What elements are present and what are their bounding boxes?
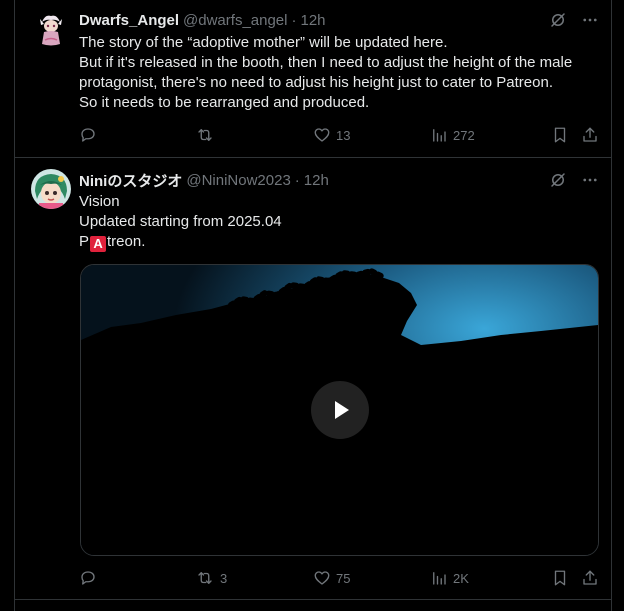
more-icon[interactable] xyxy=(581,11,599,29)
author-name[interactable]: Niniのスタジオ xyxy=(79,170,182,191)
author-handle[interactable]: @NiniNow2023 xyxy=(186,172,290,189)
text-fragment: treon. xyxy=(107,233,146,250)
tweet-text-line: Updated starting from 2025.04 xyxy=(79,213,282,230)
views-button[interactable]: 2K xyxy=(430,569,469,587)
like-button[interactable]: 13 xyxy=(313,126,350,144)
bookmark-icon xyxy=(554,570,566,586)
separator-dot: · xyxy=(294,171,300,189)
views-icon xyxy=(433,129,446,142)
tweet[interactable]: Dwarfs_Angel @dwarfs_angel · 12h The sto… xyxy=(15,0,611,158)
share-button[interactable] xyxy=(581,569,599,587)
views-icon xyxy=(433,572,446,585)
author-name[interactable]: Dwarfs_Angel xyxy=(79,12,179,29)
share-icon xyxy=(583,570,597,585)
letter-a-badge: A xyxy=(90,236,107,252)
repost-button[interactable]: 3 xyxy=(195,569,227,587)
play-icon xyxy=(334,401,349,419)
author-handle[interactable]: @dwarfs_angel xyxy=(183,12,287,29)
tweet-text-line: Vision xyxy=(79,193,120,210)
views-button[interactable]: 272 xyxy=(430,126,475,144)
like-button[interactable]: 75 xyxy=(313,569,350,587)
heart-icon xyxy=(314,571,330,585)
bookmark-button[interactable] xyxy=(551,569,569,587)
bookmark-icon xyxy=(554,127,566,143)
video-player[interactable] xyxy=(80,264,599,556)
repost-count: 3 xyxy=(220,570,228,586)
repost-button[interactable] xyxy=(195,126,220,144)
separator-dot: · xyxy=(291,11,297,29)
timestamp[interactable]: 12h xyxy=(300,12,325,29)
reply-icon xyxy=(81,571,95,585)
heart-icon xyxy=(314,128,330,142)
grok-icon[interactable] xyxy=(549,171,567,189)
reply-icon xyxy=(81,128,95,142)
share-button[interactable] xyxy=(581,126,599,144)
avatar[interactable] xyxy=(31,10,71,50)
tweet-actions: 13 272 xyxy=(79,125,599,145)
timestamp[interactable]: 12h xyxy=(304,172,329,189)
more-icon[interactable] xyxy=(581,171,599,189)
tweet-text-line: The story of the “adoptive mother” will … xyxy=(79,34,448,51)
like-count: 13 xyxy=(336,127,351,143)
grok-icon[interactable] xyxy=(549,11,567,29)
tweet-header: Dwarfs_Angel @dwarfs_angel · 12h xyxy=(79,10,599,30)
timeline: Dwarfs_Angel @dwarfs_angel · 12h The sto… xyxy=(14,0,612,611)
view-count: 2K xyxy=(453,570,469,586)
tweet-actions: 3 75 2K xyxy=(79,568,599,588)
share-icon xyxy=(583,127,597,142)
avatar[interactable] xyxy=(31,169,71,209)
like-count: 75 xyxy=(336,570,351,586)
tweet[interactable]: Niniのスタジオ @NiniNow2023 · 12h Vision Upda… xyxy=(15,158,611,600)
reply-button[interactable] xyxy=(79,126,102,144)
tweet-text-line: P Atreon. xyxy=(79,232,599,252)
repost-icon xyxy=(198,572,212,584)
play-button[interactable] xyxy=(310,381,369,439)
tweet-text: Vision Updated starting from 2025.04 PAt… xyxy=(79,192,599,252)
tweet-text-line: So it needs to be rearranged and produce… xyxy=(79,94,370,111)
tweet-text-line: But if it's released in the booth, then … xyxy=(79,54,573,71)
text-fragment: P xyxy=(79,233,90,250)
next-tweet-edge xyxy=(15,600,611,611)
view-count: 272 xyxy=(453,127,475,143)
reply-button[interactable] xyxy=(79,569,102,587)
tweet-text-line: protagonist, there's no need to adjust h… xyxy=(79,74,553,91)
bookmark-button[interactable] xyxy=(551,126,569,144)
tweet-text: The story of the “adoptive mother” will … xyxy=(79,33,599,113)
repost-icon xyxy=(198,129,212,141)
tweet-header: Niniのスタジオ @NiniNow2023 · 12h xyxy=(79,170,599,190)
